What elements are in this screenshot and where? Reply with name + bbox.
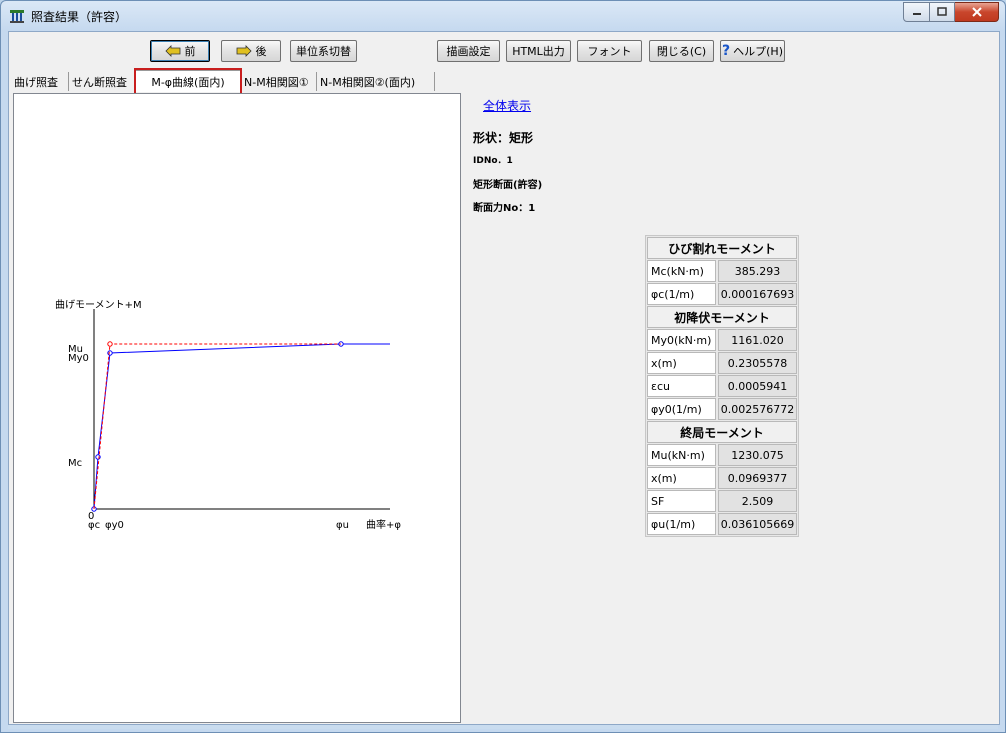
- ultimate-moment-header: 終局モーメント: [647, 421, 797, 443]
- force-no-label: 断面力No：1: [473, 203, 536, 214]
- table-row: Mu(kN·m) 1230.075: [647, 444, 797, 466]
- close-window-button[interactable]: [955, 2, 999, 22]
- app-icon: [10, 10, 24, 23]
- row-value: 1230.075: [718, 444, 797, 466]
- data-point: [107, 341, 113, 347]
- result-table: ひび割れモーメント Mc(kN·m) 385.293 φc(1/m) 0.00016…: [645, 235, 799, 537]
- row-label: x(m): [647, 352, 716, 374]
- help-button[interactable]: ? ヘルプ(H): [720, 40, 785, 62]
- crack-moment-header: ひび割れモーメント: [647, 237, 797, 259]
- row-value: 385.293: [718, 260, 797, 282]
- status-strip: [8, 725, 998, 729]
- shape-label: 形状：矩形: [473, 131, 534, 145]
- show-all-link[interactable]: 全体表示: [483, 97, 531, 114]
- row-label: SF: [647, 490, 716, 512]
- html-output-button[interactable]: HTML出力: [506, 40, 571, 62]
- x-axis-title: 曲率+φ: [366, 518, 401, 531]
- series-line-model: [93, 343, 341, 510]
- y-tick-my0: My0: [68, 353, 89, 364]
- table-row: My0(kN·m) 1161.020: [647, 329, 797, 351]
- row-label: x(m): [647, 467, 716, 489]
- tab-nm-interaction-1[interactable]: N-M相関図①: [241, 72, 317, 91]
- x-tick-phiu: φu: [336, 520, 349, 531]
- table-row: φu(1/m) 0.036105669: [647, 513, 797, 535]
- tab-bending[interactable]: 曲げ照査: [11, 72, 69, 91]
- row-label: Mc(kN·m): [647, 260, 716, 282]
- data-point: [107, 350, 113, 356]
- title-bar: 照査結果（許容）: [1, 1, 1005, 30]
- table-row: φc(1/m) 0.000167693: [647, 283, 797, 305]
- close-button[interactable]: 閉じる(C): [649, 40, 714, 62]
- client-area: 前 後 単位系切替 描画設定 HTML出力 フォント 閉じる(C) ? ヘルプ(…: [8, 31, 1000, 725]
- chart-panel: 曲げモーメント+M Mu My0 Mc 0 φc φy0 φu 曲率+φ: [13, 93, 461, 723]
- prev-button[interactable]: 前: [150, 40, 210, 62]
- table-row: φy0(1/m) 0.002576772: [647, 398, 797, 420]
- yield-moment-header: 初降伏モーメント: [647, 306, 797, 328]
- row-value: 0.0969377: [718, 467, 797, 489]
- hand-right-icon: [236, 45, 252, 57]
- table-row: εcu 0.0005941: [647, 375, 797, 397]
- maximize-button[interactable]: [930, 2, 955, 22]
- row-value: 0.002576772: [718, 398, 797, 420]
- row-label: φu(1/m): [647, 513, 716, 535]
- next-label: 後: [255, 45, 267, 58]
- minimize-icon: [912, 13, 921, 15]
- minimize-button[interactable]: [903, 2, 930, 22]
- table-row: x(m) 0.2305578: [647, 352, 797, 374]
- row-label: φc(1/m): [647, 283, 716, 305]
- row-label: εcu: [647, 375, 716, 397]
- x-tick-phic: φc: [88, 520, 100, 531]
- close-icon: [971, 6, 982, 17]
- unit-switch-button[interactable]: 単位系切替: [290, 40, 357, 62]
- row-value: 2.509: [718, 490, 797, 512]
- draw-settings-button[interactable]: 描画設定: [437, 40, 500, 62]
- section-label: 矩形断面(許容): [473, 180, 543, 191]
- row-value: 0.0005941: [718, 375, 797, 397]
- next-button[interactable]: 後: [221, 40, 281, 62]
- y-axis-title: 曲げモーメント+M: [55, 299, 142, 311]
- tab-nm-interaction-2[interactable]: N-M相関図②(面内): [317, 72, 435, 91]
- row-value: 1161.020: [718, 329, 797, 351]
- help-label: ヘルプ(H): [733, 45, 783, 58]
- row-label: Mu(kN·m): [647, 444, 716, 466]
- tab-shear[interactable]: せん断照査: [69, 72, 135, 91]
- m-phi-chart: 曲げモーメント+M Mu My0 Mc 0 φc φy0 φu 曲率+φ: [55, 299, 401, 531]
- result-panel: 全体表示 形状：矩形 IDNo．1 矩形断面(許容) 断面力No：1 ひび割れモ…: [461, 93, 997, 721]
- row-value: 0.000167693: [718, 283, 797, 305]
- window: 照査結果（許容） 前 後 単位系切替 描画設定 HTML出力 フォント 閉じる(…: [0, 0, 1006, 733]
- hand-left-icon: [164, 45, 180, 57]
- font-button[interactable]: フォント: [577, 40, 642, 62]
- row-value: 0.2305578: [718, 352, 797, 374]
- x-tick-phiy0: φy0: [105, 520, 124, 531]
- row-value: 0.036105669: [718, 513, 797, 535]
- window-title: 照査結果（許容）: [31, 10, 128, 24]
- id-no-label: IDNo．1: [473, 156, 513, 166]
- table-row: Mc(kN·m) 385.293: [647, 260, 797, 282]
- series-line-actual: [93, 343, 390, 510]
- help-icon: ?: [722, 43, 731, 59]
- maximize-icon: [937, 7, 947, 16]
- row-label: My0(kN·m): [647, 329, 716, 351]
- prev-label: 前: [184, 45, 196, 58]
- y-tick-mc: Mc: [68, 458, 82, 469]
- table-row: x(m) 0.0969377: [647, 467, 797, 489]
- row-label: φy0(1/m): [647, 398, 716, 420]
- table-row: SF 2.509: [647, 490, 797, 512]
